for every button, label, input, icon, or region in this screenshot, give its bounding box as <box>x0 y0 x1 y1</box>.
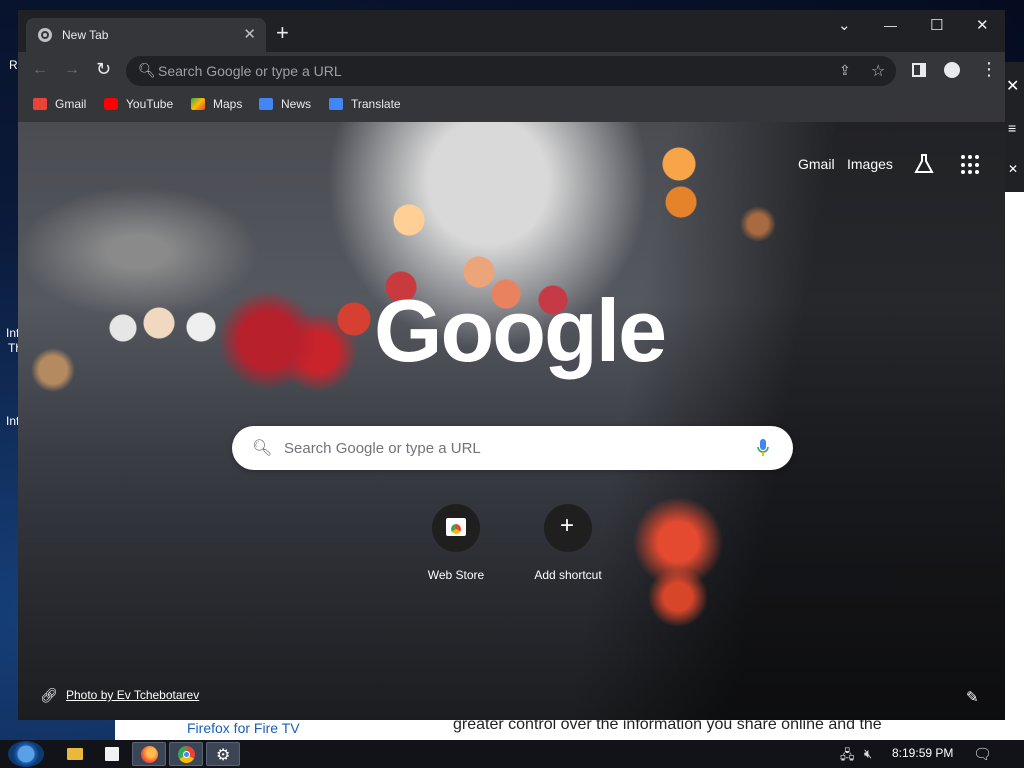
tab-strip: New Tab ✕ + ⌄ — ☐ ✕ <box>18 10 1005 52</box>
reload-button[interactable]: ↻ <box>96 59 111 80</box>
shortcut-web-store[interactable]: Web Store <box>401 504 511 582</box>
tab-close-icon[interactable]: ✕ <box>243 25 256 43</box>
background-close-icon[interactable]: ✕ <box>1008 162 1018 176</box>
address-bar[interactable]: 🔍︎ ⇪ ☆ <box>126 56 896 86</box>
volume-muted-icon[interactable]: 🔇︎ <box>864 746 872 762</box>
side-panel-icon[interactable] <box>912 63 926 77</box>
back-button[interactable]: ← <box>32 61 48 79</box>
forward-button[interactable]: → <box>64 61 80 79</box>
labs-flask-icon[interactable] <box>912 152 936 176</box>
shortcut-label: Web Store <box>427 568 485 582</box>
start-button-icon[interactable] <box>8 741 44 767</box>
taskbar-clock[interactable]: 8:19:59 PM <box>892 746 953 760</box>
bookmark-translate[interactable]: Translate <box>329 97 401 115</box>
background-page-text: greater control over the information you… <box>453 718 882 733</box>
maximize-button[interactable]: ☐ <box>930 16 943 34</box>
add-shortcut-plus-icon: + <box>544 504 592 552</box>
bookmark-youtube[interactable]: YouTube <box>104 97 173 115</box>
new-tab-page: Gmail Images Google 🔍︎ Web Store <box>18 122 1005 720</box>
bookmark-news[interactable]: News <box>259 97 311 115</box>
images-link[interactable]: Images <box>847 156 893 172</box>
search-icon: 🔍︎ <box>252 440 273 457</box>
youtube-icon <box>104 98 118 110</box>
chrome-favicon-icon <box>38 28 52 42</box>
bookmarks-bar: Gmail YouTube Maps News Translate <box>18 90 1005 122</box>
background-page-link[interactable]: Firefox for Fire TV <box>187 720 300 736</box>
google-logo: Google <box>374 281 667 380</box>
translate-icon <box>329 98 343 110</box>
chrome-window: New Tab ✕ + ⌄ — ☐ ✕ ← → ↻ 🔍︎ ⇪ ☆ ⋮ Gmail… <box>18 10 1005 720</box>
news-icon <box>259 98 273 110</box>
network-icon[interactable]: 🖧︎ <box>840 746 855 768</box>
new-tab-button[interactable]: + <box>276 22 289 44</box>
customize-pencil-icon[interactable]: ✎ <box>966 688 979 706</box>
background-page: Firefox for Fire TV greater control over… <box>115 718 1005 740</box>
browser-toolbar: ← → ↻ 🔍︎ ⇪ ☆ ⋮ <box>18 52 1005 90</box>
share-icon[interactable]: ⇪ <box>839 62 851 79</box>
profile-icon[interactable] <box>944 62 960 78</box>
photo-credit-link[interactable]: Photo by Ev Tchebotarev <box>66 688 199 702</box>
background-menu-icon[interactable]: ≡ <box>1008 120 1016 136</box>
background-close-icon[interactable]: ✕ <box>1006 76 1019 96</box>
tab-title: New Tab <box>62 28 109 42</box>
ntp-search-input[interactable] <box>284 438 744 458</box>
shortcut-label: Add shortcut <box>534 568 602 582</box>
minimize-button[interactable]: — <box>884 18 897 33</box>
ntp-search-box[interactable]: 🔍︎ <box>232 426 793 470</box>
store-icon[interactable] <box>95 742 129 766</box>
maps-icon <box>191 98 205 110</box>
voice-search-mic-icon[interactable] <box>756 438 770 458</box>
gmail-icon <box>33 98 47 110</box>
taskbar: ⚙ 🖧︎ 🔇︎ 8:19:59 PM 🗨︎ <box>0 740 1024 768</box>
settings-gear-icon[interactable]: ⚙ <box>206 742 240 766</box>
chrome-menu-icon[interactable]: ⋮ <box>980 59 998 80</box>
tab-search-chevron-icon[interactable]: ⌄ <box>838 16 851 34</box>
chrome-icon[interactable] <box>169 742 203 766</box>
bookmark-star-icon[interactable]: ☆ <box>871 61 885 81</box>
bookmark-maps[interactable]: Maps <box>191 97 242 115</box>
bookmark-gmail[interactable]: Gmail <box>33 97 86 115</box>
close-window-button[interactable]: ✕ <box>976 16 989 34</box>
search-icon: 🔍︎ <box>138 62 156 78</box>
address-input[interactable] <box>158 61 758 81</box>
action-center-icon[interactable]: 🗨︎ <box>973 745 992 763</box>
google-apps-icon[interactable] <box>961 155 981 175</box>
file-explorer-icon[interactable] <box>58 742 92 766</box>
tab-new-tab[interactable]: New Tab ✕ <box>26 18 266 52</box>
web-store-icon <box>432 504 480 552</box>
firefox-icon[interactable] <box>132 742 166 766</box>
link-icon: 🔗︎ <box>40 687 58 703</box>
gmail-link[interactable]: Gmail <box>798 156 835 172</box>
shortcut-add[interactable]: + Add shortcut <box>513 504 623 582</box>
